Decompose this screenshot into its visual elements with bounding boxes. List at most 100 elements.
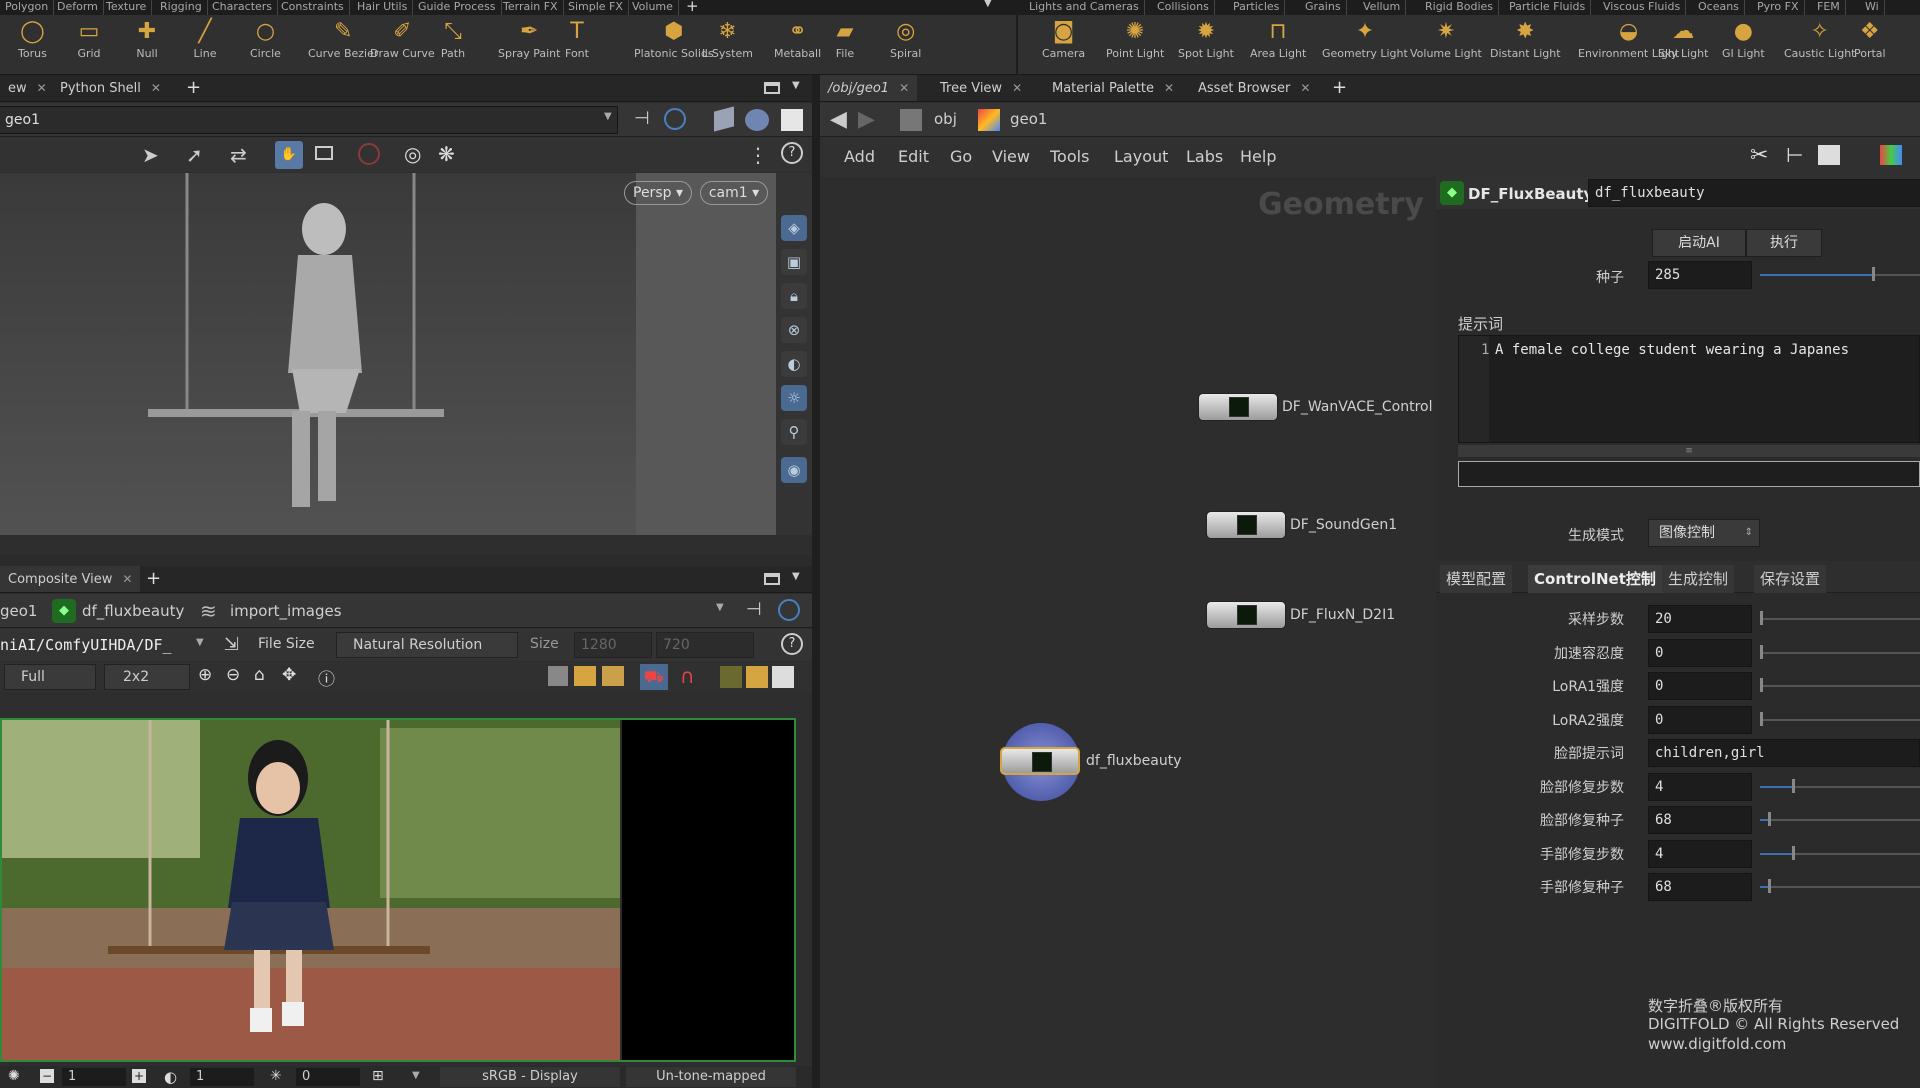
param-field[interactable]: 0	[1648, 638, 1752, 667]
ghost-icon[interactable]: ⊗	[781, 317, 807, 343]
shelf-tab-grains[interactable]: Grains	[1300, 0, 1347, 15]
checker-icon[interactable]	[720, 666, 742, 688]
param-field[interactable]: children,girl	[1648, 739, 1920, 767]
tool-portal-light[interactable]: ❖ Portal	[1854, 19, 1886, 59]
shading-mode-icon[interactable]: ▣	[781, 249, 807, 275]
shelf-tab-terrain-fx[interactable]: Terrain FX	[498, 0, 564, 15]
tab-composite-view[interactable]: Composite View ✕	[0, 566, 141, 592]
lock-icon[interactable]: 🔒︎	[781, 283, 807, 309]
layout-icon[interactable]: ⋮	[748, 143, 768, 167]
start-ai-button[interactable]: 启动AI	[1652, 229, 1746, 257]
link-icon[interactable]	[778, 599, 800, 621]
tool-grid[interactable]: ▭ Grid	[76, 19, 102, 59]
close-icon[interactable]: ✕	[1164, 81, 1174, 95]
render-icon[interactable]: ⛟	[640, 664, 668, 690]
shelf-tab-fem[interactable]: FEM	[1812, 0, 1846, 15]
display-colorspace-dropdown[interactable]: sRGB - Display	[440, 1067, 620, 1087]
breadcrumb-geo1[interactable]: geo1	[0, 602, 37, 620]
shelf-tab-particle-fluids[interactable]: Particle Fluids	[1504, 0, 1592, 15]
textarea-resize-handle[interactable]: ≡	[1458, 445, 1920, 457]
param-slider-handle[interactable]	[1768, 879, 1771, 893]
zoom-dropdown[interactable]: Full	[4, 664, 96, 690]
tool-volume-light[interactable]: ✷ Volume Light	[1410, 19, 1482, 59]
shelf-tab-lights-cameras[interactable]: Lights and Cameras	[1024, 0, 1145, 15]
back-arrow-icon[interactable]: ◀	[830, 107, 847, 132]
file-browse-icon[interactable]: ⇲	[224, 634, 239, 655]
tab-model-config[interactable]: 模型配置	[1440, 565, 1513, 593]
shelf-tab-collisions[interactable]: Collisions	[1152, 0, 1215, 15]
grid-dropdown[interactable]: 2x2	[104, 664, 190, 690]
shelf-tab-vellum[interactable]: Vellum	[1358, 0, 1407, 15]
secondary-text-field[interactable]	[1458, 461, 1920, 487]
pin-icon[interactable]: ⊣	[746, 599, 762, 620]
param-slider-track[interactable]	[1760, 618, 1920, 620]
menu-labs[interactable]: Labs	[1186, 147, 1223, 166]
param-field[interactable]: 68	[1648, 806, 1752, 834]
shelf-tab-particles[interactable]: Particles	[1228, 0, 1286, 15]
close-icon[interactable]: ✕	[122, 572, 132, 586]
brightness-field[interactable]: 0	[296, 1068, 360, 1086]
generation-mode-dropdown[interactable]: 图像控制 ⇕	[1648, 519, 1760, 547]
handle-tool-icon[interactable]: ⇄	[230, 143, 247, 167]
shelf-tab-rigging[interactable]: Rigging	[155, 0, 208, 15]
close-icon[interactable]: ✕	[899, 81, 909, 95]
home-icon[interactable]: ⌂	[254, 665, 265, 685]
network-editor[interactable]: Geometry DF_WanVACE_Control DF_SoundGen1…	[820, 177, 1436, 1088]
view-tool-icon[interactable]: ✋	[275, 141, 303, 169]
shelf-tab-characters[interactable]: Characters	[207, 0, 279, 15]
close-icon[interactable]: ✕	[1012, 81, 1022, 95]
tool-camera[interactable]: ◙ Camera	[1042, 19, 1085, 59]
param-slider-handle[interactable]	[1760, 678, 1763, 692]
param-slider-track[interactable]	[1760, 685, 1920, 687]
menu-view[interactable]: View	[992, 147, 1030, 166]
node-fluxn-d2i[interactable]	[1206, 601, 1286, 629]
tool-l-system[interactable]: ❄ L-System	[702, 19, 753, 59]
pane-menu-chevron-icon[interactable]: ▼	[792, 80, 800, 91]
menu-layout[interactable]: Layout	[1114, 147, 1168, 166]
param-slider-handle[interactable]	[1792, 845, 1795, 860]
execute-button[interactable]: 执行	[1746, 229, 1822, 257]
link-icon[interactable]	[664, 108, 686, 130]
shading-icon[interactable]	[745, 109, 769, 131]
tool-caustic-light[interactable]: ✧ Caustic Light	[1784, 19, 1856, 59]
gamma-icon[interactable]: ◐	[164, 1068, 177, 1086]
view-split-icon[interactable]	[602, 666, 624, 686]
headlight-icon[interactable]: ⚲	[781, 419, 807, 445]
image-path-field[interactable]: niAI/ComfyUIHDA/DF_	[0, 636, 172, 654]
tool-null[interactable]: ✚ Null	[134, 19, 160, 59]
param-field[interactable]: 0	[1648, 672, 1752, 700]
minus-icon[interactable]: −	[40, 1069, 54, 1083]
seed-slider-handle[interactable]	[1872, 267, 1875, 281]
pane-menu-chevron-icon[interactable]: ▼	[792, 571, 800, 582]
tool-draw-curve[interactable]: ✐ Draw Curve	[370, 19, 435, 59]
param-slider-handle[interactable]	[1760, 611, 1763, 625]
zoom-in-icon[interactable]: ⊕	[198, 665, 212, 685]
tools-icon[interactable]: ✂	[1750, 143, 1768, 168]
exposure-icon[interactable]: ✺	[8, 1068, 20, 1084]
node-soundgen[interactable]	[1206, 511, 1286, 539]
visibility-icon[interactable]: ◈	[781, 215, 807, 241]
scene-path-field[interactable]: geo1	[0, 106, 618, 134]
select-tool-icon[interactable]: ➤	[142, 143, 159, 167]
website-link[interactable]: www.digitfold.com	[1648, 1035, 1786, 1053]
tab-python-shell[interactable]: Python Shell ✕	[52, 75, 169, 101]
lut-icon[interactable]: ⊞	[372, 1068, 384, 1084]
breadcrumb-obj[interactable]: obj	[934, 110, 957, 128]
tool-distant-light[interactable]: ✸ Distant Light	[1490, 19, 1561, 59]
info-icon[interactable]: ⓘ	[318, 665, 335, 690]
color-palette-icon[interactable]	[1880, 145, 1902, 165]
chevron-down-icon[interactable]: ▼	[412, 1070, 420, 1081]
chevron-down-icon[interactable]: ▼	[196, 637, 204, 648]
resolution-dropdown[interactable]: Natural Resolution	[336, 632, 518, 658]
tool-torus[interactable]: ◯ Torus	[18, 19, 47, 59]
param-field[interactable]: 20	[1648, 605, 1752, 633]
param-slider-handle[interactable]	[1792, 778, 1795, 793]
tab-material-palette[interactable]: Material Palette ✕	[1044, 75, 1182, 101]
shelf-menu-chevron-icon[interactable]: ▼	[984, 0, 992, 9]
tool-point-light[interactable]: ✺ Point Light	[1106, 19, 1164, 59]
node-wanvace-control[interactable]	[1198, 393, 1278, 421]
tonemap-dropdown[interactable]: Un-tone-mapped	[626, 1067, 796, 1087]
pane-splitter[interactable]	[812, 75, 820, 1088]
shelf-tab-volume[interactable]: Volume	[627, 0, 679, 15]
param-slider-handle[interactable]	[1768, 812, 1771, 826]
